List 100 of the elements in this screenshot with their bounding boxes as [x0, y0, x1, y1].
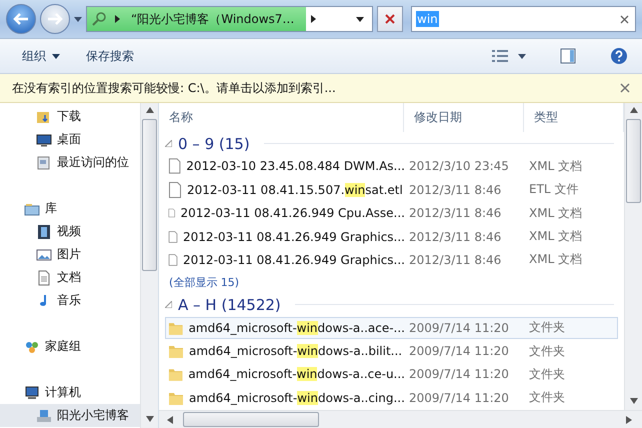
forward-button[interactable] — [40, 4, 70, 34]
collapse-triangle-icon[interactable] — [165, 301, 172, 308]
date-cell-text: 2009/7/14 11:20 — [408, 390, 510, 405]
file-row[interactable]: 2012-03-11 08.41.15.507.winsat.etl 2012/3/11 8:46 ETL 文件 — [165, 178, 618, 201]
show-all-link[interactable]: (全部显示 15) — [159, 272, 624, 294]
toolbar-button[interactable]: 保存搜索 — [78, 44, 142, 68]
date-cell-text: 2012/3/10 23:45 — [408, 159, 510, 174]
sidebar-item[interactable]: 家庭组 — [0, 335, 140, 358]
type-cell-text: 文件夹 — [528, 366, 566, 383]
sidebar-item[interactable]: 库 — [0, 197, 140, 220]
desktop-icon — [36, 132, 52, 148]
type-cell-text: 文件夹 — [528, 389, 566, 406]
file-icon — [168, 182, 182, 198]
forward-arrow-icon — [47, 12, 63, 26]
folder-icon — [168, 343, 184, 360]
type-cell-text: ETL 文件 — [528, 181, 580, 198]
chevron-icon[interactable] — [115, 15, 120, 23]
type-cell-text: XML 文档 — [528, 158, 584, 175]
file-row[interactable]: 2012-03-11 08.41.26.949 Graphics... 2012/3/11 8:46 XML 文档 — [165, 225, 618, 248]
file-row[interactable]: 2012-03-10 23.45.08.484 DWM.As... 2012/3/10 23:45 XML 文档 — [165, 155, 618, 178]
type-cell-text: XML 文档 — [528, 204, 584, 222]
column-header[interactable]: 名称 — [159, 103, 404, 132]
file-row[interactable]: amd64_microsoft-windows-a..ce-u... 2009/7/14 11:20 文件夹 — [165, 363, 618, 386]
scroll-arrow-icon[interactable] — [626, 416, 634, 424]
scroll-arrow-icon[interactable] — [167, 416, 175, 424]
scrollbar[interactable] — [624, 103, 642, 410]
breadcrumb-text[interactable]: “阳光小宅博客（Windows7… — [131, 10, 294, 28]
sidebar-item[interactable]: 阳光小宅博客 — [0, 404, 140, 427]
back-button[interactable] — [6, 4, 36, 34]
caret-icon[interactable] — [518, 54, 526, 58]
scroll-arrow-icon[interactable] — [630, 107, 638, 115]
stop-button[interactable] — [377, 6, 403, 32]
group-header[interactable]: A – H (14522) — [178, 296, 281, 314]
close-icon[interactable] — [620, 83, 630, 93]
clear-icon[interactable] — [620, 14, 629, 24]
caret-icon — [52, 54, 60, 58]
file-row[interactable]: 2012-03-11 08.41.26.949 Graphics... 2012/3/11 8:46 XML 文档 — [165, 248, 618, 272]
file-row[interactable]: amd64_microsoft-windows-a..ace-... 2009/7/14 11:20 文件夹 — [165, 316, 618, 339]
scroll-thumb[interactable] — [183, 412, 319, 427]
file-name: 2012-03-11 08.41.15.507.winsat.etl — [187, 182, 403, 197]
date-cell-text: 2009/7/14 11:20 — [408, 320, 510, 335]
file-name: amd64_microsoft-windows-a..bilit... — [189, 344, 402, 358]
file-name: amd64_microsoft-windows-a..ace-... — [188, 320, 405, 335]
sidebar-item[interactable]: 音乐 — [0, 289, 140, 312]
view-list-icon[interactable] — [492, 49, 508, 63]
date-cell-text: 2009/7/14 11:20 — [408, 344, 510, 358]
address-bar[interactable]: “阳光小宅博客（Windows7… — [86, 6, 373, 32]
info-bar[interactable]: 在没有索引的位置搜索可能较慢: C:\。请单击以添加到索引... — [0, 74, 642, 103]
date-cell-text: 2012/3/11 8:46 — [408, 230, 502, 244]
drive-icon — [36, 408, 52, 424]
file-name: 2012-03-10 23.45.08.484 DWM.As... — [186, 159, 405, 174]
close-icon — [385, 14, 395, 24]
folder-icon — [168, 366, 184, 382]
scroll-arrow-icon[interactable] — [146, 416, 154, 424]
sidebar-item[interactable]: 视频 — [0, 220, 140, 243]
collapse-triangle-icon[interactable] — [165, 140, 172, 148]
chevron-icon[interactable] — [311, 15, 316, 23]
document-icon — [36, 270, 52, 286]
search-icon — [91, 11, 107, 27]
scroll-thumb[interactable] — [626, 119, 641, 203]
sidebar-item[interactable]: 最近访问的位 — [0, 151, 140, 174]
preview-pane-icon[interactable] — [560, 48, 576, 64]
caret-icon[interactable] — [356, 16, 364, 22]
sidebar-item[interactable]: 计算机 — [0, 381, 140, 404]
file-name: 2012-03-11 08.41.26.949 Graphics... — [183, 252, 405, 267]
file-name: 2012-03-11 08.41.26.949 Cpu.Asse... — [180, 206, 405, 220]
sidebar-item[interactable]: 文档 — [0, 266, 140, 289]
help-icon[interactable] — [610, 47, 628, 65]
sidebar-item[interactable]: 下载 — [0, 105, 140, 128]
date-cell-text: 2012/3/11 8:46 — [408, 182, 502, 197]
scrollbar[interactable] — [140, 103, 158, 428]
file-icon — [168, 252, 178, 268]
file-name: 2012-03-11 08.41.26.949 Graphics... — [183, 230, 405, 244]
sidebar-item[interactable]: 桌面 — [0, 128, 140, 151]
scroll-arrow-icon[interactable] — [630, 398, 638, 406]
recent-places-icon — [36, 154, 52, 170]
info-bar-text: 在没有索引的位置搜索可能较慢: C:\。请单击以添加到索引... — [12, 80, 336, 96]
back-arrow-icon — [13, 12, 29, 26]
file-row[interactable]: 2012-03-11 08.41.26.949 Cpu.Asse... 2012/3/11 8:46 XML 文档 — [165, 202, 618, 224]
file-name: amd64_microsoft-windows-a..ce-u... — [188, 367, 405, 382]
type-cell-text: XML 文档 — [528, 251, 584, 268]
scrollbar[interactable] — [159, 410, 642, 428]
date-cell-text: 2012/3/11 8:46 — [408, 206, 502, 220]
file-name: amd64_microsoft-windows-a..cing... — [189, 390, 405, 405]
column-header[interactable]: 修改日期 — [404, 103, 524, 132]
type-cell-text: 文件夹 — [528, 342, 566, 360]
computer-icon — [24, 384, 40, 400]
picture-icon — [36, 246, 52, 262]
toolbar-button[interactable]: 组织 — [14, 44, 68, 68]
group-header[interactable]: 0 – 9 (15) — [178, 134, 250, 153]
sidebar-item[interactable]: 图片 — [0, 243, 140, 266]
file-row[interactable]: amd64_microsoft-windows-a..cing... 2009/7/14 11:20 文件夹 — [165, 386, 618, 409]
scroll-thumb[interactable] — [142, 119, 157, 271]
film-icon — [36, 224, 52, 240]
type-cell-text: XML 文档 — [528, 228, 584, 246]
date-cell-text: 2012/3/11 8:46 — [408, 252, 502, 267]
date-cell-text: 2009/7/14 11:20 — [408, 367, 510, 382]
scroll-arrow-icon[interactable] — [146, 107, 154, 115]
file-icon — [168, 228, 178, 245]
file-row[interactable]: amd64_microsoft-windows-a..bilit... 2009/7/14 11:20 文件夹 — [165, 340, 618, 362]
